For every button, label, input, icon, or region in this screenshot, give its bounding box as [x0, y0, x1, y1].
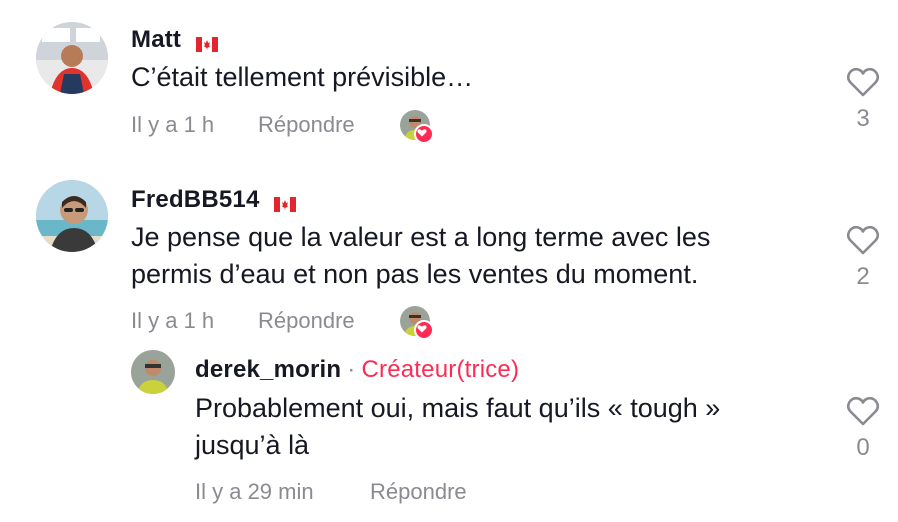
- reply-header: derek_morin · Créateur(trice): [195, 356, 519, 384]
- reply-username[interactable]: derek_morin: [195, 356, 341, 383]
- like-button[interactable]: 3: [833, 66, 893, 133]
- avatar[interactable]: [36, 22, 108, 94]
- like-count: 2: [856, 263, 870, 290]
- avatar[interactable]: [131, 350, 175, 394]
- comment-timestamp: Il y a 1 h: [131, 112, 215, 137]
- creator-liked-avatar: [400, 306, 434, 340]
- reply-button[interactable]: Répondre: [258, 308, 355, 334]
- canada-flag-icon: [274, 191, 297, 213]
- heart-icon: [846, 396, 880, 426]
- reply-timestamp: Il y a 29 min: [195, 479, 314, 504]
- comment-text: C’était tellement prévisible…: [131, 62, 474, 92]
- comment-text-line: permis d’eau et non pas les ventes du mo…: [131, 259, 699, 289]
- reply-text-line: Probablement oui, mais faut qu’ils « tou…: [195, 393, 721, 423]
- canada-flag-icon: [196, 31, 218, 53]
- comment-username[interactable]: FredBB514: [131, 186, 297, 214]
- reply-button[interactable]: Répondre: [370, 479, 467, 505]
- comment-text-line: Je pense que la valeur est a long terme …: [131, 222, 711, 252]
- comment-timestamp: Il y a 1 h: [131, 308, 215, 333]
- like-button[interactable]: 2: [833, 224, 893, 291]
- like-count: 3: [856, 105, 870, 132]
- heart-icon: [846, 225, 880, 255]
- comment-username[interactable]: Matt: [131, 26, 218, 54]
- heart-badge-icon: [414, 124, 434, 144]
- separator: ·: [347, 356, 356, 383]
- avatar[interactable]: [36, 180, 108, 252]
- reply-button[interactable]: Répondre: [258, 112, 355, 138]
- like-button[interactable]: 0: [833, 395, 893, 462]
- reply-text-line: jusqu’à là: [195, 430, 310, 460]
- like-count: 0: [856, 434, 870, 461]
- heart-icon: [846, 67, 880, 97]
- creator-badge: Créateur(trice): [361, 356, 520, 383]
- creator-liked-avatar: [400, 110, 434, 144]
- heart-badge-icon: [414, 320, 434, 340]
